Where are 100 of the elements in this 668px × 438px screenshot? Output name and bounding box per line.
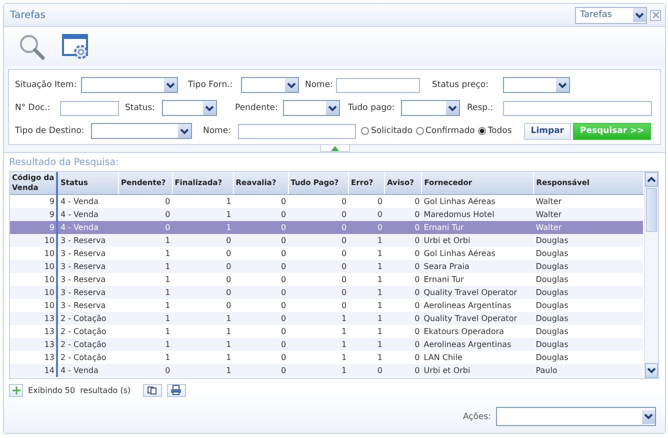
dropdown-field[interactable] bbox=[162, 100, 217, 116]
dropdown-field[interactable] bbox=[81, 77, 178, 93]
table-cell: 10 bbox=[10, 234, 58, 247]
table-cell: 0 bbox=[384, 351, 422, 364]
table-cell: Seara Praia bbox=[422, 260, 534, 273]
copy-button[interactable] bbox=[142, 384, 162, 396]
table-cell: 0 bbox=[384, 247, 422, 260]
table-cell: 1 bbox=[288, 312, 349, 325]
table-row[interactable]: 10 3 - Reserva 1 0 0 0 1 0 Aerolineas Argentinas Douglas bbox=[10, 299, 644, 312]
table-cell: 0 bbox=[384, 338, 422, 351]
table-cell: 1 bbox=[288, 364, 349, 377]
table-row[interactable]: 14 4 - Venda 0 1 0 1 0 0 Urbi et Orbi Paulo bbox=[10, 364, 644, 377]
table-cell: Aerolineas Argentinas bbox=[422, 299, 534, 312]
collapse-handle[interactable] bbox=[320, 145, 350, 152]
table-cell: 13 bbox=[10, 325, 58, 338]
table-cell: 0 bbox=[233, 194, 288, 208]
input-field[interactable] bbox=[60, 100, 119, 116]
table-cell: 1 bbox=[288, 338, 349, 351]
table-cell: Douglas bbox=[534, 260, 644, 273]
table-cell: Douglas bbox=[534, 338, 644, 351]
section-title: Resultado da Pesquisa: bbox=[9, 157, 120, 170]
table-cell: 1 bbox=[172, 325, 234, 338]
table-cell: 0 bbox=[384, 299, 422, 312]
table-row[interactable]: 9 4 - Venda 0 1 0 0 0 0 Gol Linhas Aéreas Walter bbox=[10, 194, 644, 208]
table-cell: 0 bbox=[233, 338, 288, 351]
table-cell: Douglas bbox=[534, 273, 644, 286]
radio-label: Solicitado bbox=[371, 126, 412, 136]
table-row[interactable]: 10 3 - Reserva 1 0 0 0 1 0 Gol Linhas Aéreas Douglas bbox=[10, 247, 644, 260]
dropdown-field[interactable]: Tarefas bbox=[575, 6, 647, 24]
table-row[interactable]: 10 3 - Reserva 1 0 0 0 1 0 Quality Travel Operator Douglas bbox=[10, 286, 644, 299]
table-cell: 10 bbox=[10, 247, 58, 260]
table-cell: 0 bbox=[288, 194, 349, 208]
caret-icon bbox=[164, 78, 177, 92]
table-cell: Gol Linhas Aéreas bbox=[422, 194, 534, 208]
dropdown-value: Tarefas bbox=[579, 10, 612, 20]
search-icon[interactable] bbox=[18, 32, 46, 60]
table-cell: 0 bbox=[172, 299, 234, 312]
scroll-up-icon[interactable] bbox=[644, 172, 658, 187]
table-row[interactable]: 13 2 - Cotação 1 1 0 1 1 0 Ekatours Operadora Douglas bbox=[10, 325, 644, 338]
print-button[interactable] bbox=[166, 384, 186, 396]
table-cell: Douglas bbox=[534, 325, 644, 338]
table-cell: 0 bbox=[288, 208, 349, 221]
table-cell: 10 bbox=[10, 273, 58, 286]
table-cell: Urbi et Orbi bbox=[422, 234, 534, 247]
clear-button[interactable]: Limpar bbox=[524, 122, 571, 140]
dropdown-field[interactable] bbox=[91, 123, 192, 139]
table-row[interactable]: 10 3 - Reserva 1 0 0 0 1 0 Ernani Tur Douglas bbox=[10, 273, 644, 286]
table-cell: 1 bbox=[118, 234, 172, 247]
table-cell: Quality Travel Operator bbox=[422, 312, 534, 325]
table-cell: Quality Travel Operator bbox=[422, 286, 534, 299]
table-cell: 0 bbox=[233, 208, 288, 221]
dropdown-field[interactable] bbox=[503, 77, 570, 93]
table-row[interactable]: 13 2 - Cotação 1 1 0 1 1 0 Aerolineas Argentinas Douglas bbox=[10, 338, 644, 351]
table-cell: 0 bbox=[118, 221, 172, 234]
table-cell: 1 bbox=[172, 194, 234, 208]
plus-icon bbox=[12, 386, 20, 394]
scroll-thumb[interactable] bbox=[646, 188, 657, 232]
table-cell: 0 bbox=[384, 273, 422, 286]
radio-label: Confirmado bbox=[426, 126, 475, 136]
table-row[interactable]: 9 4 - Venda 0 1 0 0 0 0 Maredomus Hotel Walter bbox=[10, 208, 644, 221]
table-cell: 2 - Cotação bbox=[57, 351, 119, 364]
close-icon[interactable] bbox=[650, 10, 661, 20]
table-cell: 10 bbox=[10, 260, 58, 273]
field-label: Status preço: bbox=[432, 80, 490, 90]
table-row[interactable]: 10 3 - Reserva 1 0 0 0 1 0 Urbi et Orbi Douglas bbox=[10, 234, 644, 247]
add-button[interactable] bbox=[9, 384, 23, 396]
radio-button[interactable] bbox=[478, 127, 486, 135]
table-cell: 1 bbox=[348, 312, 385, 325]
table-cell: 0 bbox=[384, 325, 422, 338]
table-cell: 3 - Reserva bbox=[57, 299, 119, 312]
dropdown-field[interactable] bbox=[283, 100, 340, 116]
input-field[interactable] bbox=[503, 100, 652, 116]
table-row[interactable]: 13 2 - Cotação 1 1 0 1 1 0 LAN Chile Douglas bbox=[10, 351, 644, 364]
dropdown-field[interactable] bbox=[496, 407, 656, 426]
table-cell: 1 bbox=[348, 299, 385, 312]
table-cell: 4 - Venda bbox=[57, 194, 119, 208]
input-field[interactable] bbox=[238, 124, 356, 138]
table-cell: 1 bbox=[288, 351, 349, 364]
table-cell: 1 bbox=[288, 325, 349, 338]
table-cell: 2 - Cotação bbox=[57, 312, 119, 325]
field-label: Tudo pago: bbox=[348, 103, 396, 113]
table-cell: Maredomus Hotel bbox=[422, 208, 534, 221]
table-row[interactable]: 10 3 - Reserva 1 0 0 0 1 0 Seara Praia Douglas bbox=[10, 260, 644, 273]
scrollbar[interactable] bbox=[644, 172, 658, 378]
table-cell: LAN Chile bbox=[422, 351, 534, 364]
dropdown-field[interactable] bbox=[401, 100, 460, 116]
table-cell: 0 bbox=[384, 234, 422, 247]
table-cell: 1 bbox=[172, 312, 234, 325]
table-cell: 3 - Reserva bbox=[57, 234, 119, 247]
table-cell: 2 - Cotação bbox=[57, 325, 119, 338]
table-row[interactable]: 13 2 - Cotação 1 1 0 1 1 0 Quality Travel Operator Douglas bbox=[10, 312, 644, 325]
radio-button[interactable] bbox=[361, 127, 369, 135]
input-field[interactable] bbox=[336, 78, 420, 92]
dropdown-field[interactable] bbox=[241, 77, 299, 93]
scroll-down-icon[interactable] bbox=[644, 363, 658, 378]
table-cell: 0 bbox=[172, 260, 234, 273]
field-label: N° Doc.: bbox=[15, 103, 52, 113]
table-cell: 0 bbox=[233, 299, 288, 312]
caret-icon bbox=[178, 124, 191, 138]
radio-button[interactable] bbox=[416, 127, 424, 135]
